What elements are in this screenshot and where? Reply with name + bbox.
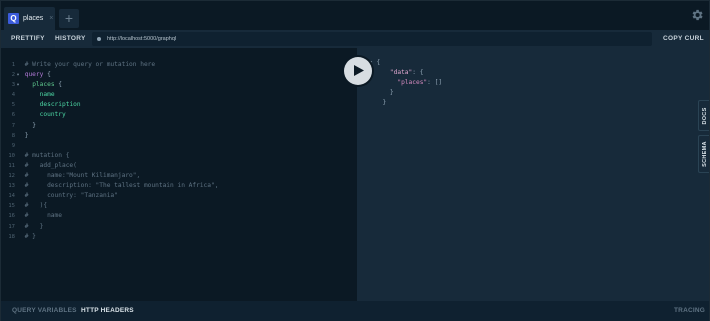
line-number: 9 bbox=[11, 142, 15, 149]
toolbar: PRETTIFY HISTORY http://localhost:5000/g… bbox=[1, 30, 709, 48]
comment-text: # country: "Tanzania" bbox=[24, 192, 118, 200]
line-number: 14 bbox=[8, 193, 15, 200]
tab-label: places bbox=[23, 15, 44, 22]
gear-icon[interactable] bbox=[690, 8, 704, 22]
line-number: 5 bbox=[11, 102, 15, 109]
field-name: name bbox=[39, 91, 55, 99]
punctuation: } bbox=[382, 99, 387, 107]
code-line: 16 # name bbox=[1, 211, 218, 221]
comment-text: # mutation { bbox=[24, 151, 70, 159]
field-name: description bbox=[39, 101, 81, 109]
docs-tab-label: DOCS bbox=[702, 106, 708, 125]
result-pane[interactable]: ▾ { "data": { "places": [] } } bbox=[357, 48, 709, 301]
line-number: 3 bbox=[11, 82, 15, 89]
schema-tab[interactable]: SCHEMA bbox=[698, 135, 709, 173]
code-line: 4 name bbox=[1, 90, 218, 100]
comment-text: # } bbox=[24, 222, 44, 230]
line-number: 12 bbox=[8, 173, 15, 180]
code-line: 17 # } bbox=[1, 222, 218, 232]
line-number: 16 bbox=[8, 213, 15, 220]
fold-arrow-icon[interactable]: ▾ bbox=[15, 80, 21, 90]
status-dot bbox=[97, 37, 101, 41]
bottom-bar: QUERY VARIABLES HTTP HEADERS TRACING bbox=[1, 301, 709, 321]
code-lines: 1 # Write your query or mutation here 2▾… bbox=[1, 60, 218, 242]
field-name: country bbox=[39, 111, 66, 119]
code-line: 1 # Write your query or mutation here bbox=[1, 60, 218, 70]
json-key: "data" bbox=[389, 69, 413, 77]
comment-text: # Write your query or mutation here bbox=[24, 61, 156, 68]
comment-text: # ){ bbox=[24, 202, 48, 210]
code-line: 9 bbox=[1, 141, 218, 151]
code-line: 15 # ){ bbox=[1, 201, 218, 211]
endpoint-input[interactable]: http://localhost:5000/graphql bbox=[92, 32, 652, 46]
code-line: 12 # name:"Mount Kilimanjaro", bbox=[1, 171, 218, 181]
tab-places[interactable]: Q places × bbox=[4, 7, 55, 30]
tab-bar: Q places × + bbox=[1, 1, 709, 30]
fold-arrow-icon[interactable]: ▾ bbox=[15, 70, 21, 80]
punctuation: { bbox=[43, 71, 51, 79]
line-number: 8 bbox=[11, 132, 15, 139]
line-number: 17 bbox=[8, 223, 15, 230]
result-line: "places": [] bbox=[375, 78, 442, 88]
result-json: ▾ { "data": { "places": [] } } bbox=[369, 58, 442, 108]
code-line: 11 # add_place( bbox=[1, 161, 218, 171]
comment-text: # name bbox=[24, 212, 62, 220]
punctuation: } bbox=[32, 121, 36, 129]
code-line: 3▾ places { bbox=[1, 80, 218, 90]
prettify-button[interactable]: PRETTIFY bbox=[11, 30, 45, 48]
comment-text: # } bbox=[24, 232, 36, 240]
line-number: 4 bbox=[11, 92, 15, 99]
code-line: 10 # mutation { bbox=[1, 151, 218, 161]
punctuation: : { bbox=[412, 69, 424, 77]
punctuation: { bbox=[376, 59, 381, 66]
graphql-playground: Q places × + PRETTIFY HISTORY http://loc… bbox=[0, 0, 710, 321]
punctuation: { bbox=[54, 81, 62, 89]
keyword: query bbox=[24, 71, 44, 79]
result-line: } bbox=[375, 88, 442, 98]
code-line: 5 description bbox=[1, 100, 218, 110]
code-line: 7 } bbox=[1, 121, 218, 131]
line-number: 15 bbox=[8, 203, 15, 210]
add-tab-button[interactable]: + bbox=[59, 9, 79, 28]
docs-tab[interactable]: DOCS bbox=[698, 100, 709, 131]
json-key: "places" bbox=[397, 79, 428, 87]
schema-tab-label: SCHEMA bbox=[702, 141, 708, 167]
http-headers-tab[interactable]: HTTP HEADERS bbox=[81, 301, 134, 321]
line-number: 10 bbox=[8, 152, 15, 159]
line-number: 7 bbox=[11, 122, 15, 129]
result-line: "data": { bbox=[375, 68, 442, 78]
play-icon bbox=[354, 65, 364, 76]
code-line: 14 # country: "Tanzania" bbox=[1, 191, 218, 201]
line-number: 2 bbox=[11, 72, 15, 79]
query-variables-tab[interactable]: QUERY VARIABLES bbox=[12, 301, 77, 321]
comment-text: # name:"Mount Kilimanjaro", bbox=[24, 172, 141, 180]
line-number: 13 bbox=[8, 183, 15, 190]
comment-text: # add_place( bbox=[24, 161, 77, 169]
punctuation: } bbox=[389, 89, 394, 97]
query-editor[interactable]: 1 # Write your query or mutation here 2▾… bbox=[1, 48, 357, 301]
punctuation: } bbox=[24, 131, 29, 139]
result-line: } bbox=[375, 98, 442, 108]
code-line: 8 } bbox=[1, 131, 218, 141]
code-line: 13 # description: "The tallest mountain … bbox=[1, 181, 218, 191]
result-line: ▾ { bbox=[369, 58, 442, 68]
line-number: 18 bbox=[8, 233, 15, 240]
run-query-button[interactable] bbox=[344, 57, 372, 85]
close-icon[interactable]: × bbox=[49, 15, 53, 22]
comment-text: # description: "The tallest mountain in … bbox=[24, 182, 219, 190]
line-number: 11 bbox=[8, 162, 15, 169]
code-line: 6 country bbox=[1, 110, 218, 120]
query-badge: Q bbox=[8, 13, 19, 24]
copy-curl-button[interactable]: COPY CURL bbox=[663, 30, 704, 48]
json-value: : [] bbox=[427, 79, 443, 87]
code-line: 2▾ query { bbox=[1, 70, 218, 80]
code-line: 18 # } bbox=[1, 232, 218, 242]
endpoint-url: http://localhost:5000/graphql bbox=[107, 36, 177, 42]
line-number: 1 bbox=[11, 62, 15, 68]
field-name: places bbox=[32, 81, 55, 89]
line-number: 6 bbox=[11, 112, 15, 119]
history-button[interactable]: HISTORY bbox=[55, 30, 86, 48]
tracing-tab[interactable]: TRACING bbox=[674, 301, 705, 321]
